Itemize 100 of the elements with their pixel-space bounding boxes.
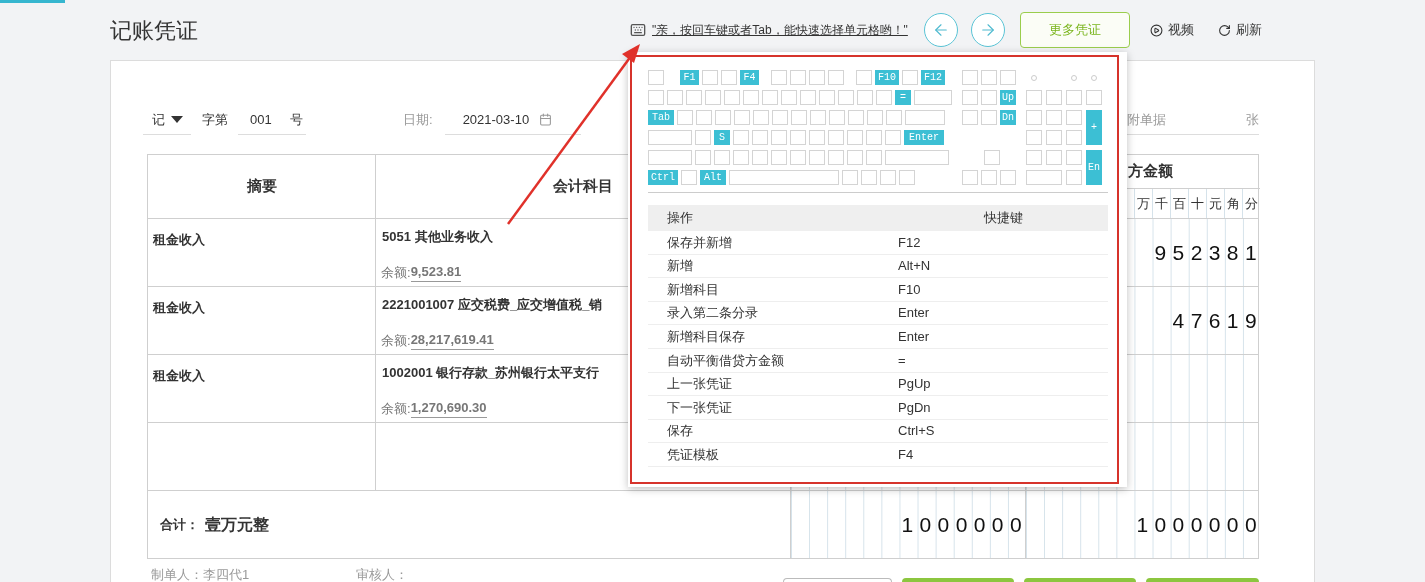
keyboard-key <box>984 150 1000 165</box>
keyboard-key <box>876 90 892 105</box>
refresh-icon <box>1217 23 1231 37</box>
keyboard-key <box>781 90 797 105</box>
keyboard-key <box>819 90 835 105</box>
keyboard-key: Alt <box>700 170 726 185</box>
keyboard-key <box>848 110 864 125</box>
shortcut-key: PgUp <box>898 374 931 394</box>
keyboard-key <box>752 150 768 165</box>
preparer-text: 制单人：李四代1 <box>151 566 251 582</box>
summary-cell[interactable]: 租金收入 <box>153 300 205 315</box>
keyboard-key <box>1046 130 1062 145</box>
keyboard-key <box>914 90 952 105</box>
shortcut-action: 新增科目保存 <box>666 327 746 346</box>
hint-link[interactable]: "亲，按回车键或者Tab，能快速选择单元格哟！" <box>652 21 908 39</box>
keyboard-key <box>1086 90 1102 105</box>
keyboard-key <box>790 70 806 85</box>
page-title: 记账凭证 <box>110 17 198 43</box>
column-header: 操作 <box>666 209 694 228</box>
keyboard-key <box>695 130 711 145</box>
keyboard-key <box>866 130 882 145</box>
keyboard-key <box>1000 70 1016 85</box>
keyboard-key <box>857 90 873 105</box>
debit-total: 1000000 <box>901 514 1028 535</box>
keyboard-key: F12 <box>921 70 945 85</box>
keyboard-key <box>842 170 858 185</box>
calendar-icon <box>539 113 553 126</box>
keyboard-key <box>724 90 740 105</box>
keyboard-key <box>715 110 731 125</box>
keyboard-key <box>702 70 718 85</box>
keyboard-key: Tab <box>648 110 674 125</box>
total-in-words: 壹万元整 <box>205 514 269 535</box>
keyboard-key <box>695 150 711 165</box>
keyboard-key <box>772 110 788 125</box>
column-header: 摘要 <box>246 176 277 197</box>
keyboard-key <box>880 170 896 185</box>
refresh-button[interactable]: 刷新 <box>1217 20 1262 40</box>
keyboard-key <box>1066 110 1082 125</box>
keyboard-key <box>791 110 807 125</box>
credit-total: 1000000 <box>1136 514 1263 535</box>
keyboard-key <box>962 70 978 85</box>
keyboard-key <box>962 90 978 105</box>
keyboard-key <box>962 110 978 125</box>
shortcut-action: 新增科目 <box>666 280 720 299</box>
active-tab-indicator <box>0 0 65 3</box>
credit-amount: 952381 <box>1154 242 1263 263</box>
voucher-type-select[interactable]: 记 <box>143 105 191 135</box>
keyboard-key <box>686 90 702 105</box>
total-label: 合计： <box>160 515 199 534</box>
shortcut-action: 自动平衡借贷方金额 <box>666 351 785 370</box>
keyboard-key <box>902 70 918 85</box>
previous-button[interactable] <box>923 13 958 47</box>
keyboard-key <box>885 130 901 145</box>
shortcut-action: 下一张凭证 <box>666 398 733 417</box>
shortcut-action: 凭证模板 <box>666 445 720 464</box>
keyboard-key: F1 <box>680 70 699 85</box>
shortcut-key: Alt+N <box>898 256 931 276</box>
summary-cell[interactable]: 租金收入 <box>153 232 205 247</box>
keyboard-key <box>829 110 845 125</box>
keyboard-key: Ctrl <box>648 170 678 185</box>
keyboard-key <box>1026 130 1042 145</box>
keyboard-key <box>667 90 683 105</box>
keyboard-key: En <box>1086 150 1102 185</box>
date-label: 日期: <box>403 111 433 130</box>
keyboard-key <box>752 130 768 145</box>
date-field[interactable]: 2021-03-10 <box>444 105 581 135</box>
next-button[interactable] <box>970 13 1005 47</box>
shortcut-key: F10 <box>898 279 921 300</box>
keyboard-key <box>838 90 854 105</box>
video-button[interactable]: 视频 <box>1149 20 1194 40</box>
keyboard-key <box>810 110 826 125</box>
keyboard-key <box>1066 130 1082 145</box>
attachments-label: 附单据 <box>1127 110 1166 129</box>
keyboard-key <box>1046 90 1062 105</box>
shortcut-action: 录入第二条分录 <box>666 304 759 323</box>
digit-label: 万 <box>1137 194 1150 213</box>
keyboard-key <box>981 90 997 105</box>
keyboard-key <box>981 110 997 125</box>
keyboard-key <box>733 130 749 145</box>
shortcut-key: Enter <box>898 326 930 347</box>
summary-cell[interactable]: 租金收入 <box>153 368 205 383</box>
keyboard-key <box>828 70 844 85</box>
keyboard-key <box>886 110 902 125</box>
keyboard-icon[interactable] <box>630 22 646 38</box>
digit-label: 角 <box>1227 194 1240 213</box>
keyboard-key <box>981 170 997 185</box>
keyboard-key <box>696 110 712 125</box>
keyboard-key <box>743 90 759 105</box>
keyboard-key <box>866 150 882 165</box>
keyboard-key <box>1000 170 1016 185</box>
keyboard-key <box>800 90 816 105</box>
keyboard-key <box>1066 90 1082 105</box>
keyboard-key <box>721 70 737 85</box>
keyboard-key <box>705 90 721 105</box>
attachments-unit: 张 <box>1246 110 1259 129</box>
keyboard-key <box>828 150 844 165</box>
keyboard-key <box>771 70 787 85</box>
keyboard-key <box>809 150 825 165</box>
keyboard-key <box>681 170 697 185</box>
keyboard-key <box>1066 150 1082 165</box>
